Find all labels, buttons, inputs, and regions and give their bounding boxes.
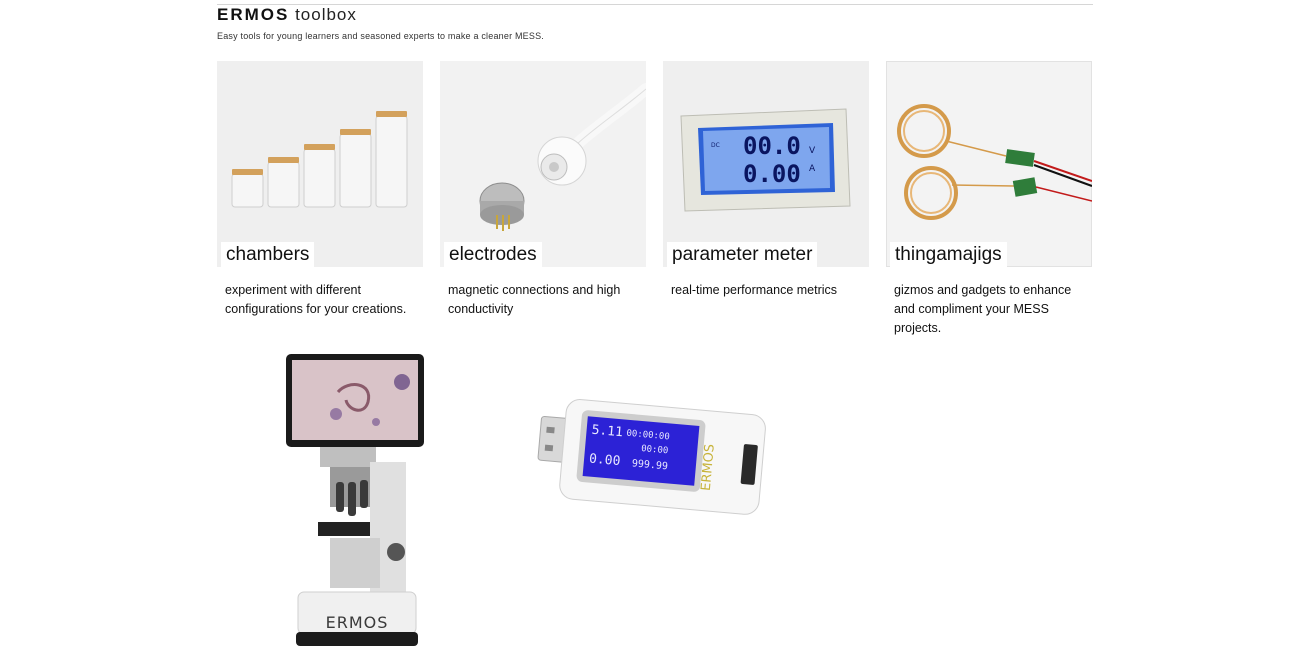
card-description: gizmos and gadgets to enhance and compli… [894,283,1072,335]
card-label: chambers [221,242,315,267]
card-label: parameter meter [667,242,818,267]
card-label: electrodes [444,242,542,267]
usb-voltage: 5.11 [591,423,624,441]
digital-microscope-image[interactable]: ERMOS [278,352,428,652]
meter-current: 0.00 [743,160,801,188]
meter-current-unit: A [809,164,816,174]
magnetic-connector-image[interactable]: electrodes [440,61,646,267]
usb-tester-image[interactable]: 5.11 00:00:00 00:00 0.00 999.99 ERMOS [536,396,768,530]
glass-jars-image[interactable]: chambers [217,61,423,267]
section-subtitle: Easy tools for young learners and season… [217,31,544,41]
card-description: magnetic connections and high conductivi… [448,283,621,316]
card-electrodes[interactable]: electrodes magnetic connections and high… [440,61,646,319]
brand-name: ERMOS [217,5,290,24]
card-label: thingamajigs [890,242,1007,267]
title-text: toolbox [289,5,357,24]
card-parameter-meter[interactable]: DC 00.0 V 0.00 A parameter meter real-ti… [663,61,869,300]
card-thingamajigs[interactable]: thingamajigs gizmos and gadgets to enhan… [886,61,1092,338]
meter-voltage-unit: V [809,146,816,156]
microscope-brand-text: ERMOS [326,613,389,632]
card-chambers[interactable]: chambers experiment with different confi… [217,61,423,319]
wireless-coil-boards-image[interactable]: thingamajigs [886,61,1092,267]
card-description: experiment with different configurations… [225,283,407,316]
card-description: real-time performance metrics [671,283,838,297]
section-title: ERMOS toolbox [217,5,357,25]
usb-current: 0.00 [588,452,621,470]
meter-dc-tag: DC [711,142,720,149]
meter-voltage: 00.0 [743,132,801,160]
lcd-meter-image[interactable]: DC 00.0 V 0.00 A parameter meter [663,61,869,267]
